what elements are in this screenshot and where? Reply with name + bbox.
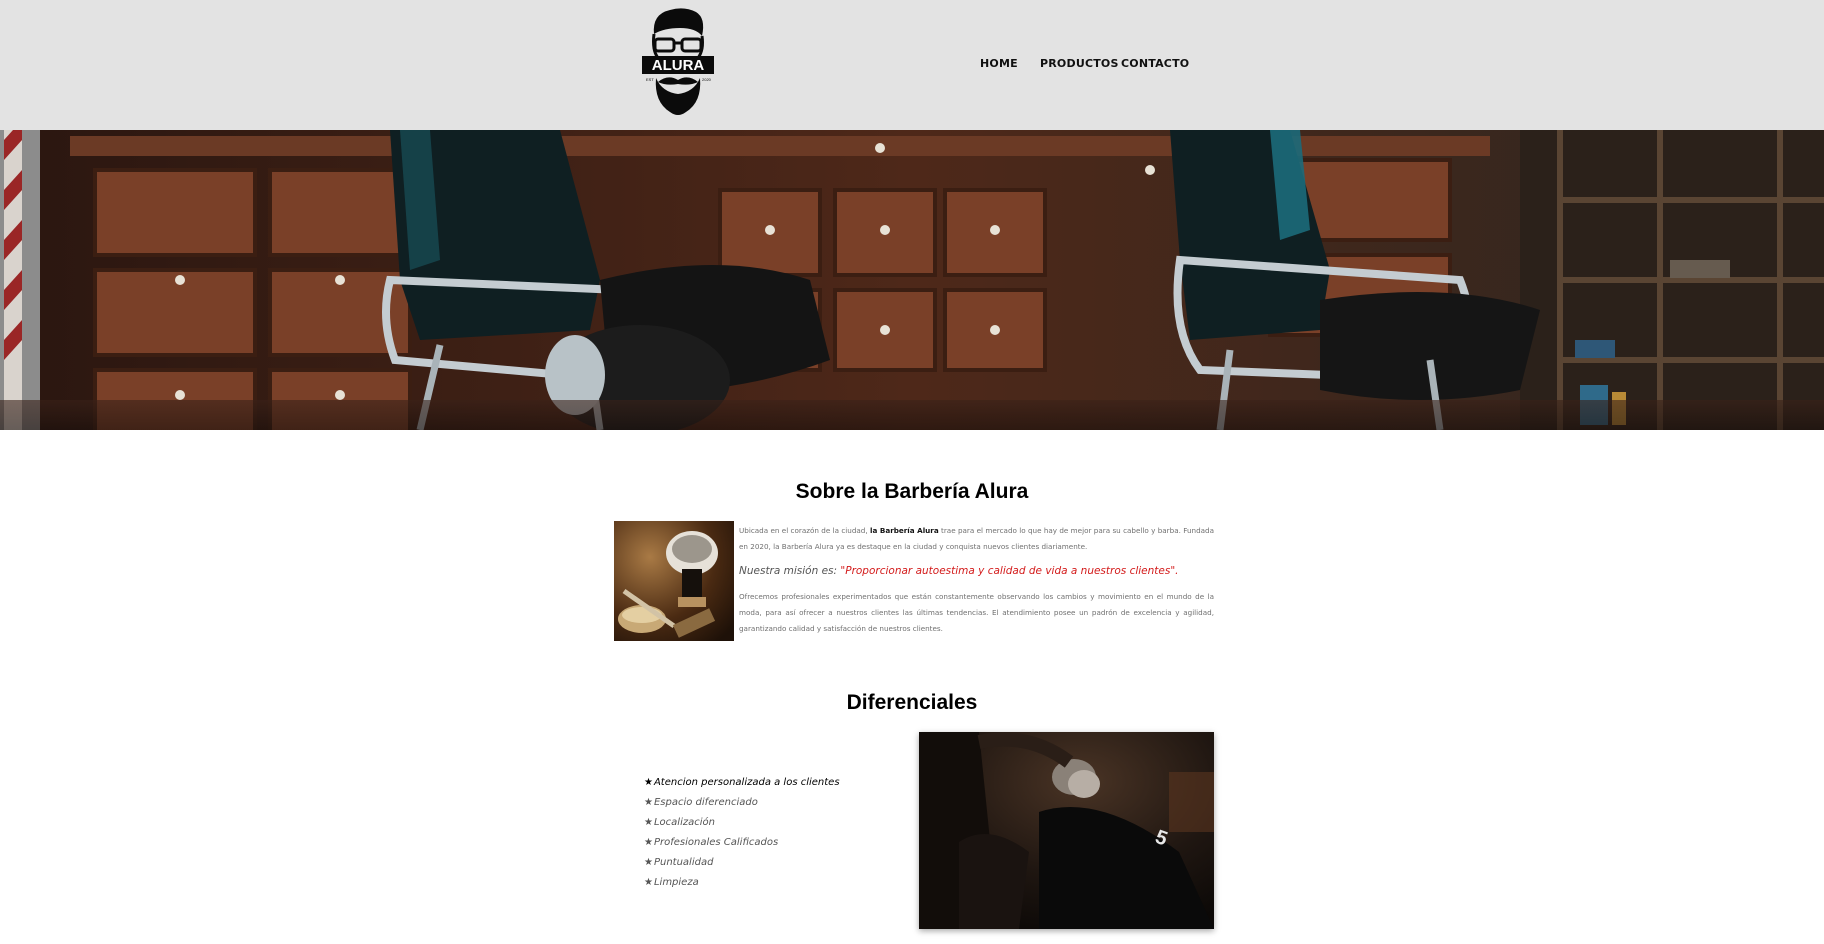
- nav-home-link[interactable]: HOME: [980, 57, 1018, 70]
- shaving-brush-image: [614, 521, 734, 641]
- star-icon: ★: [644, 777, 653, 788]
- nav-productos-link[interactable]: PRODUCTOS: [1040, 57, 1119, 70]
- brand-name-bold: la Barbería Alura: [870, 526, 939, 535]
- barber-shaving-image: 5: [919, 732, 1214, 929]
- star-icon: ★: [644, 817, 653, 828]
- differentials-list: ★Atencion personalizada a los clientes ★…: [644, 773, 840, 893]
- logo-year-left: EST: [646, 77, 654, 82]
- list-item: ★Atencion personalizada a los clientes: [644, 777, 840, 788]
- list-item: ★Localización: [644, 817, 715, 828]
- list-item: ★Puntualidad: [644, 857, 714, 868]
- nav-contacto-link[interactable]: CONTACTO: [1121, 57, 1189, 70]
- star-icon: ★: [644, 857, 653, 868]
- star-icon: ★: [644, 797, 653, 808]
- about-text: Ubicada en el corazón de la ciudad, la B…: [739, 523, 1214, 637]
- list-item: ★Profesionales Calificados: [644, 837, 779, 848]
- mission-statement: Nuestra misión es: "Proporcionar autoest…: [739, 565, 1179, 577]
- barbershop-banner-image: [0, 130, 1824, 430]
- main-nav: HOME PRODUCTOS CONTACTO: [0, 57, 1824, 77]
- logo-year-right: 2020: [702, 77, 712, 82]
- about-title: Sobre la Barbería Alura: [795, 480, 1029, 503]
- differentials-title: Diferenciales: [846, 691, 978, 714]
- list-item: ★Limpieza: [644, 877, 699, 888]
- about-paragraph-2: Ofrecemos profesionales experimentados q…: [739, 592, 1214, 633]
- star-icon: ★: [644, 837, 653, 848]
- mission-quote: "Proporcionar autoestima y calidad de vi…: [840, 565, 1179, 577]
- site-header: ALURA EST 2020 HOME PRODUCTOS CONTACTO: [0, 0, 1824, 130]
- star-icon: ★: [644, 877, 653, 888]
- list-item: ★Espacio diferenciado: [644, 797, 758, 808]
- about-paragraph-1: Ubicada en el corazón de la ciudad, la B…: [739, 526, 1215, 551]
